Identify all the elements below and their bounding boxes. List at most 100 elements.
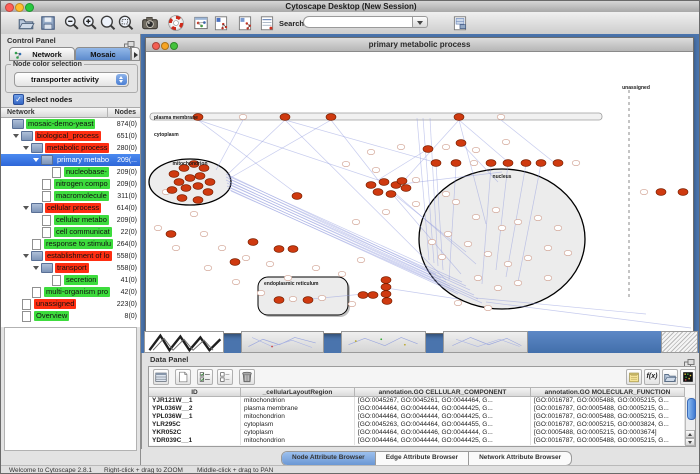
search-input[interactable]	[303, 16, 413, 28]
tree-row[interactable]: macromolecule311(0)	[1, 190, 140, 202]
table-row[interactable]: YPL036W__2plasma membrane[GO:0044464, GO…	[149, 405, 685, 413]
gene-node-selected	[397, 178, 407, 185]
background-window-4[interactable]	[443, 331, 528, 353]
tree-row[interactable]: unassigned223(0)	[1, 298, 140, 310]
tree-item-label: nucleobase-	[64, 167, 109, 177]
node-color-dropdown[interactable]: transporter activity	[14, 72, 129, 87]
help-icon[interactable]	[167, 14, 185, 32]
gene-node-outline	[239, 114, 247, 119]
gene-node-outline	[438, 254, 446, 259]
tab-network-attribute-browser[interactable]: Network Attribute Browser	[469, 452, 571, 465]
table-cell: YPL036W__1	[149, 413, 241, 421]
resize-grip[interactable]	[661, 331, 698, 353]
tree-row[interactable]: biological_process651(0)	[1, 130, 140, 142]
tree-row[interactable]: nucleobase-209(0)	[1, 166, 140, 178]
tree-row[interactable]: cellular metabo209(0)	[1, 214, 140, 226]
expand-triangle-icon[interactable]	[33, 266, 39, 270]
select-attributes-icon[interactable]	[153, 369, 169, 385]
tree-row[interactable]: nitrogen compo209(0)	[1, 178, 140, 190]
table-row[interactable]: YJR121W__1mitochondrion[GO:0045267, GO:0…	[149, 397, 685, 405]
open-folder-icon[interactable]	[662, 369, 678, 385]
gene-node-selected	[292, 193, 302, 200]
expand-triangle-icon[interactable]	[23, 146, 29, 150]
float-data-panel-icon[interactable]	[684, 355, 695, 364]
table-row[interactable]: YPL036W__1mitochondrion[GO:0044464, GO:0…	[149, 413, 685, 421]
zoom-in-icon[interactable]	[81, 14, 99, 32]
snapshot-icon[interactable]	[141, 14, 159, 32]
tree-row[interactable]: transport558(0)	[1, 262, 140, 274]
background-window-2[interactable]	[241, 331, 324, 353]
gene-node-outline	[514, 280, 522, 285]
vizmapper-icon[interactable]	[192, 14, 210, 32]
column-header[interactable]: ID	[149, 387, 241, 397]
save-icon[interactable]	[39, 14, 57, 32]
table-row[interactable]: YDR039C__1mitochondrion[GO:0044464, GO:0…	[149, 437, 685, 445]
select-nodes-checkbox[interactable]: ✓	[13, 94, 24, 105]
expand-triangle-icon[interactable]	[23, 206, 29, 210]
gene-node-outline	[190, 211, 198, 216]
float-panel-icon[interactable]	[124, 37, 135, 46]
import-table-icon[interactable]	[258, 14, 276, 32]
create-attribute-icon[interactable]	[175, 369, 191, 385]
network-window-titlebar[interactable]: primary metabolic process	[146, 38, 693, 52]
tree-row[interactable]: secretion41(0)	[1, 274, 140, 286]
search-dropdown-icon[interactable]	[413, 16, 428, 28]
tree-item-count: 8(0)	[125, 313, 137, 320]
network-canvas[interactable]: plasma membranecytoplasmmitochondrionnuc…	[146, 52, 693, 333]
tab-mosaic[interactable]: Mosaic	[75, 47, 131, 61]
tree-row[interactable]: cellular process614(0)	[1, 202, 140, 214]
tree-row[interactable]: response to stimulu264(0)	[1, 238, 140, 250]
formula-icon[interactable]: f(x)	[644, 369, 660, 385]
tree-row[interactable]: cell communicat22(0)	[1, 226, 140, 238]
gene-node-selected	[381, 291, 391, 298]
tree-row[interactable]: Overview8(0)	[1, 310, 140, 322]
table-row[interactable]: YKR052Ccytoplasm[GO:0044464, GO:0044446,…	[149, 429, 685, 437]
tab-node-attribute-browser[interactable]: Node Attribute Browser	[282, 452, 376, 465]
search-options-icon[interactable]	[451, 14, 469, 32]
tab-edge-attribute-browser[interactable]: Edge Attribute Browser	[376, 452, 469, 465]
scroll-up-icon[interactable]	[685, 430, 695, 438]
expand-triangle-icon[interactable]	[23, 254, 29, 258]
notepad-icon[interactable]	[626, 369, 642, 385]
tab-overflow-button[interactable]	[131, 47, 140, 61]
tree-row[interactable]: primary metabo209(...	[1, 154, 140, 166]
tree-item-label: response to stimulu	[44, 239, 113, 249]
scrollbar-thumb[interactable]	[687, 398, 696, 420]
expand-triangle-icon[interactable]	[33, 158, 39, 162]
table-row[interactable]: YLR295Ccytoplasm[GO:0045263, GO:0044464,…	[149, 421, 685, 429]
tree-row[interactable]: metabolic process280(0)	[1, 142, 140, 154]
expand-triangle-icon[interactable]	[13, 134, 19, 138]
tree-row[interactable]: establishment of lo558(0)	[1, 250, 140, 262]
scroll-down-icon[interactable]	[685, 438, 695, 446]
column-header[interactable]: _cellularLayoutRegion	[241, 387, 355, 397]
main-toolbar: Search:	[1, 12, 700, 35]
attribute-list-icon[interactable]	[217, 369, 233, 385]
zoom-out-icon[interactable]	[63, 14, 81, 32]
import-network-icon[interactable]	[212, 14, 230, 32]
gene-node-outline	[232, 279, 240, 284]
column-header[interactable]: annotation.GO MOLECULAR_FUNCTION	[531, 387, 685, 397]
background-window-3[interactable]	[341, 331, 426, 353]
gene-node-selected	[366, 182, 376, 189]
delete-attribute-icon[interactable]	[239, 369, 255, 385]
file-icon	[42, 179, 51, 190]
background-window-1[interactable]	[144, 331, 224, 353]
tree-row[interactable]: multi-organism pro42(0)	[1, 286, 140, 298]
gene-node-outline	[382, 209, 390, 214]
zoom-selected-icon[interactable]	[117, 14, 135, 32]
gene-node-outline	[442, 191, 450, 196]
table-cell: [GO:0045267, GO:0045261, GO:0044464, G..…	[355, 397, 531, 405]
plasma-membrane-label: plasma membrane	[154, 115, 198, 121]
table-cell: mitochondrion	[241, 413, 355, 421]
network-window[interactable]: primary metabolic process plasma membran…	[145, 37, 694, 334]
tree-row[interactable]: mosaic-demo-yeast874(0)	[1, 118, 140, 130]
import-attributes-icon[interactable]	[236, 14, 254, 32]
table-cell: YDR039C__1	[149, 437, 241, 445]
tab-network[interactable]: Network	[9, 47, 75, 61]
table-cell: [GO:0016787, GO:0005488, GO:0005215, G..…	[531, 405, 685, 413]
matrix-icon[interactable]	[680, 369, 696, 385]
zoom-fit-icon[interactable]	[99, 14, 117, 32]
attribute-checklist-icon[interactable]	[197, 369, 213, 385]
open-icon[interactable]	[17, 14, 35, 32]
column-header[interactable]: annotation.GO CELLULAR_COMPONENT	[355, 387, 531, 397]
